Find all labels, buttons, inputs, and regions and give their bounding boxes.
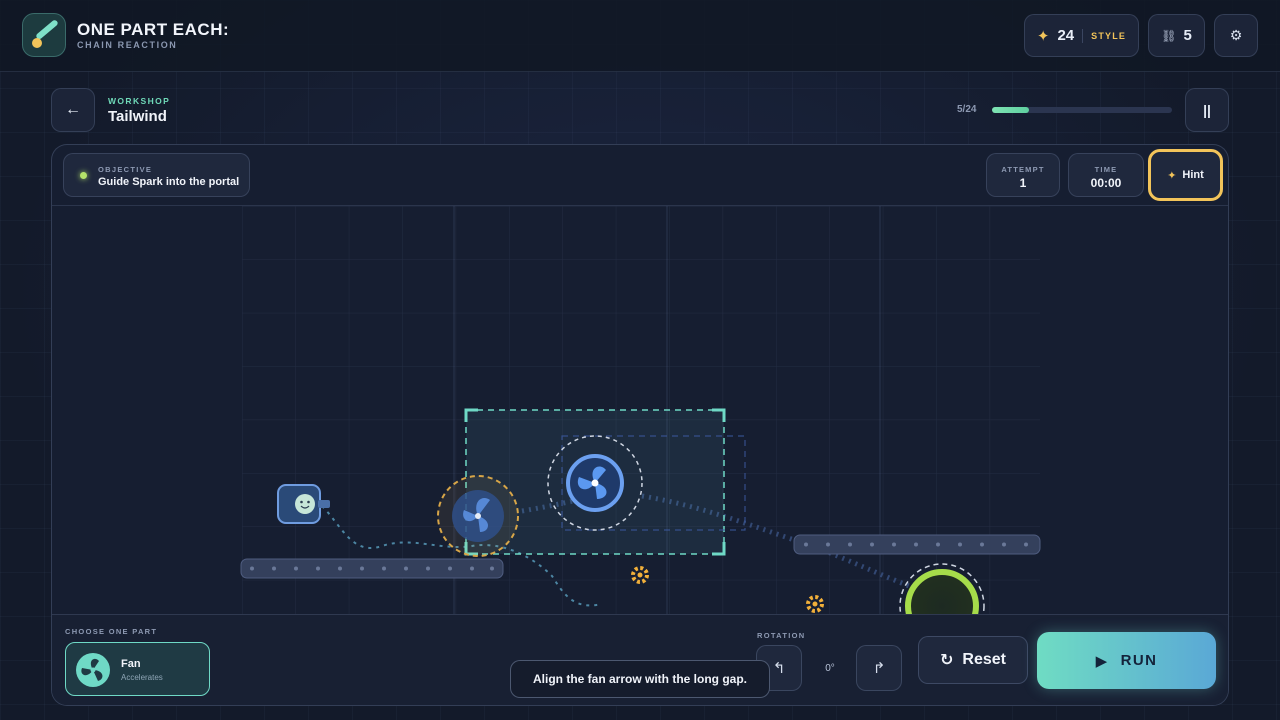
objective-label: OBJECTIVE — [98, 165, 153, 174]
part-description: Accelerates — [121, 673, 163, 682]
chain-icon: ⛓ — [1161, 28, 1177, 43]
game-board: OBJECTIVE Guide Spark into the portal AT… — [51, 144, 1229, 706]
attempt-label: ATTEMPT — [1001, 165, 1045, 174]
choose-part-label: CHOOSE ONE PART — [65, 627, 158, 636]
app-title: ONE PART EACH: — [77, 20, 230, 39]
app-subtitle: CHAIN REACTION — [77, 40, 178, 50]
logo-icon — [22, 13, 66, 57]
sparkle-icon: ✦ — [1167, 169, 1177, 182]
fixed-fan — [437, 475, 519, 557]
timer: TIME 00:00 — [1068, 153, 1144, 197]
rotation-value: 0° — [825, 663, 835, 674]
pause-button[interactable]: || — [1185, 88, 1229, 132]
playfield[interactable] — [52, 206, 1228, 614]
rotate-left-icon: ↰ — [772, 660, 786, 677]
board-header: OBJECTIVE Guide Spark into the portal AT… — [52, 145, 1228, 206]
reset-label: Reset — [962, 651, 1006, 668]
run-label: RUN — [1120, 652, 1158, 669]
reset-button[interactable]: ↻ Reset — [918, 636, 1028, 684]
objective-card: OBJECTIVE Guide Spark into the portal — [63, 153, 250, 197]
settings-button[interactable]: ⚙ — [1214, 14, 1258, 57]
fan-icon — [76, 653, 110, 687]
chain-count-pill[interactable]: ⛓ 5 — [1148, 14, 1205, 57]
star-icon: ✦ — [1036, 27, 1050, 45]
progress-bar — [992, 107, 1172, 113]
level-name: Tailwind — [108, 108, 167, 125]
level-category: WORKSHOP — [108, 96, 171, 106]
back-button[interactable]: ← — [51, 88, 95, 132]
hint-toast: Align the fan arrow with the long gap. — [510, 660, 770, 698]
part-card-fan[interactable]: Fan Accelerates — [65, 642, 210, 696]
objective-status-dot — [80, 172, 87, 179]
hint-label: Hint — [1182, 169, 1204, 181]
chain-count-value: 5 — [1183, 27, 1192, 44]
gear-icon: ⚙ — [1229, 27, 1243, 43]
pause-icon: || — [1203, 102, 1211, 118]
style-points-value: 24 — [1057, 27, 1075, 44]
rotate-right-icon: ↱ — [872, 660, 886, 677]
rotation-label: ROTATION — [757, 631, 806, 640]
objective-text: Guide Spark into the portal — [98, 176, 240, 188]
platform-left — [240, 558, 504, 579]
pill-divider — [1082, 28, 1084, 43]
part-name: Fan — [121, 658, 141, 670]
reset-icon: ↻ — [940, 652, 954, 669]
style-points-pill[interactable]: ✦ 24 STYLE — [1024, 14, 1139, 57]
attempt-counter: ATTEMPT 1 — [986, 153, 1060, 197]
style-label: STYLE — [1091, 30, 1127, 41]
time-label: TIME — [1094, 165, 1118, 174]
playfield-canvas — [240, 206, 1041, 614]
play-icon: ▶ — [1095, 652, 1109, 670]
progress-fill — [992, 107, 1030, 113]
top-bar: ONE PART EACH: CHAIN REACTION ✦ 24 STYLE… — [0, 0, 1280, 72]
progress-text: 5/24 — [957, 104, 977, 115]
run-button[interactable]: ▶ RUN — [1037, 632, 1216, 689]
arrow-left-icon: ← — [65, 101, 81, 118]
attempt-value: 1 — [1019, 176, 1027, 190]
rotate-right-button[interactable]: ↱ — [856, 645, 902, 691]
hint-button[interactable]: ✦ Hint — [1148, 149, 1223, 201]
time-value: 00:00 — [1090, 176, 1122, 190]
